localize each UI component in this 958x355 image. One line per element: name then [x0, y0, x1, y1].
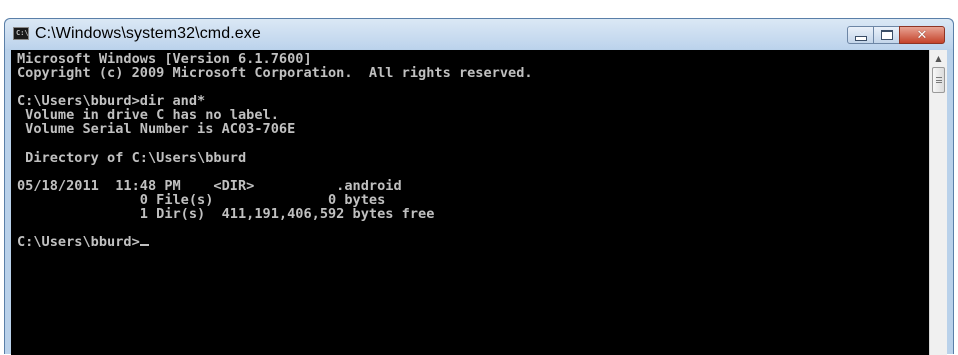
- console-line: Copyright (c) 2009 Microsoft Corporation…: [17, 65, 533, 82]
- top-white-strip: [0, 0, 958, 18]
- command-prompt: C:\Users\bburd>: [17, 234, 140, 251]
- grip-icon: [935, 77, 942, 83]
- app-icon-label: C:\: [16, 29, 29, 37]
- minimize-icon: [854, 35, 867, 41]
- window-title: C:\Windows\system32\cmd.exe: [35, 25, 261, 42]
- console-output: Microsoft Windows [Version 6.1.7600] Cop…: [17, 52, 533, 249]
- console-line: Directory of C:\Users\bburd: [17, 149, 247, 166]
- console-line: 1 Dir(s) 411,191,406,592 bytes free: [17, 206, 435, 223]
- console-line: Volume Serial Number is AC03-706E: [17, 121, 296, 138]
- maximize-icon: [880, 30, 893, 40]
- minimize-button[interactable]: [847, 26, 874, 44]
- scroll-up-arrow-icon[interactable]: ▲: [930, 50, 947, 67]
- title-bar[interactable]: C:\ C:\Windows\system32\cmd.exe ✕: [5, 19, 953, 49]
- text-cursor: [139, 244, 149, 247]
- console-area[interactable]: Microsoft Windows [Version 6.1.7600] Cop…: [11, 50, 929, 355]
- scroll-thumb[interactable]: [932, 67, 945, 93]
- close-button[interactable]: ✕: [899, 26, 945, 44]
- cmd-app-icon[interactable]: C:\: [13, 27, 29, 40]
- vertical-scrollbar[interactable]: ▲: [929, 50, 947, 355]
- maximize-button[interactable]: [873, 26, 900, 44]
- cmd-window: C:\ C:\Windows\system32\cmd.exe ✕ Micros…: [4, 18, 954, 355]
- close-icon: ✕: [916, 27, 928, 43]
